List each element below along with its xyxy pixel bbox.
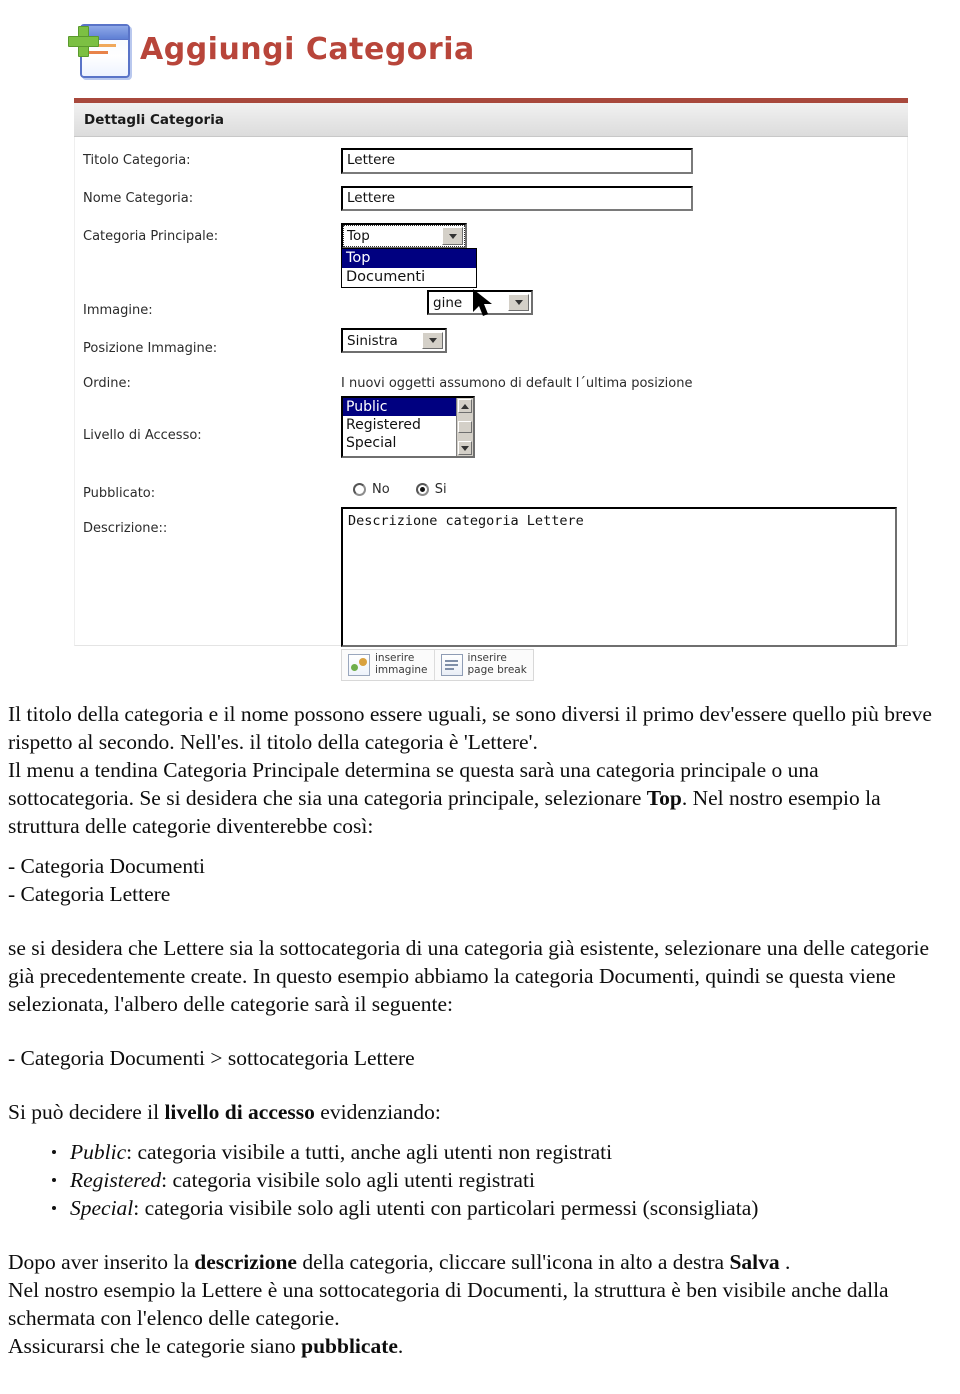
scroll-down-icon[interactable] bbox=[458, 441, 472, 455]
editor-toolbar: inserire immagine inserire page break bbox=[341, 649, 534, 681]
paragraph-salva: Dopo aver inserito la descrizione della … bbox=[0, 1248, 960, 1276]
listbox-scrollbar[interactable] bbox=[456, 398, 473, 456]
category-details-panel: Dettagli Categoria Titolo Categoria: Let… bbox=[74, 98, 908, 681]
titolo-categoria-input[interactable]: Lettere bbox=[341, 148, 693, 174]
pubblicato-radio-group[interactable]: No Si bbox=[353, 482, 447, 497]
label-titolo-categoria: Titolo Categoria: bbox=[83, 153, 191, 168]
paragraph-pubblicate: Assicurarsi che le categorie siano pubbl… bbox=[0, 1332, 960, 1360]
paragraph-text: evidenziando: bbox=[314, 1100, 441, 1124]
paragraph-text: Si può decidere il bbox=[8, 1100, 165, 1124]
emphasis-livello-di-accesso: livello di accesso bbox=[164, 1100, 315, 1124]
label-livello-accesso: Livello di Accesso: bbox=[83, 428, 202, 443]
scrollbar-thumb[interactable] bbox=[458, 421, 472, 433]
radio-si-label: Si bbox=[434, 482, 447, 497]
paragraph-text: Il titolo della categoria e il nome poss… bbox=[8, 702, 932, 754]
list-item-text: : categoria visibile solo agli utenti co… bbox=[133, 1196, 759, 1220]
dropdown-option-top[interactable]: Top bbox=[342, 249, 476, 268]
list-item: Special: categoria visibile solo agli ut… bbox=[52, 1194, 942, 1222]
panel-header: Dettagli Categoria bbox=[74, 103, 908, 137]
list-item: Registered: categoria visibile solo agli… bbox=[52, 1166, 942, 1194]
tree-item-documenti-lettere: - Categoria Documenti > sottocategoria L… bbox=[8, 1046, 415, 1070]
ordine-help-text: I nuovi oggetti assumono di default l´ul… bbox=[341, 376, 693, 391]
paragraph-struttura: Nel nostro esempio la Lettere è una sott… bbox=[8, 1278, 889, 1330]
dropdown-option-documenti[interactable]: Documenti bbox=[342, 268, 476, 287]
insert-image-button[interactable]: inserire immagine bbox=[342, 650, 435, 680]
insert-image-icon bbox=[348, 653, 370, 676]
emphasis-descrizione: descrizione bbox=[194, 1250, 297, 1274]
list-item-term: Public bbox=[70, 1140, 127, 1164]
paragraph-text: . bbox=[397, 1334, 404, 1358]
label-nome-categoria: Nome Categoria: bbox=[83, 191, 194, 206]
label-posizione-immagine: Posizione Immagine: bbox=[83, 341, 218, 356]
scroll-up-icon[interactable] bbox=[458, 399, 472, 413]
paragraph-text: . bbox=[779, 1250, 791, 1274]
livello-accesso-options: Public Registered Special bbox=[343, 398, 456, 456]
label-descrizione: Descrizione:: bbox=[83, 521, 168, 536]
list-item-term: Special bbox=[70, 1196, 134, 1220]
paragraph-text: Dopo aver inserito la bbox=[8, 1250, 195, 1274]
livello-option-special[interactable]: Special bbox=[343, 434, 456, 452]
tree-item-lettere: - Categoria Lettere bbox=[8, 882, 171, 906]
insert-page-break-button[interactable]: inserire page break bbox=[435, 650, 533, 680]
radio-si[interactable] bbox=[415, 483, 429, 496]
livello-option-public[interactable]: Public bbox=[343, 398, 456, 416]
paragraph-text: della categoria, cliccare sull'icona in … bbox=[296, 1250, 730, 1274]
emphasis-salva: Salva bbox=[729, 1250, 780, 1274]
access-level-list: Public: categoria visibile a tutti, anch… bbox=[0, 1138, 960, 1222]
chevron-down-icon[interactable] bbox=[422, 332, 443, 349]
paragraph-categoria-principale: Il menu a tendina Categoria Principale d… bbox=[0, 756, 960, 840]
radio-no-label: No bbox=[372, 482, 390, 497]
screenshot-region: Aggiungi Categoria Dettagli Categoria Ti… bbox=[0, 0, 960, 681]
label-ordine: Ordine: bbox=[83, 376, 131, 391]
panel-body: Titolo Categoria: Lettere Nome Categoria… bbox=[74, 137, 908, 681]
chevron-down-icon[interactable] bbox=[442, 227, 463, 245]
page-title: Aggiungi Categoria bbox=[140, 31, 475, 67]
immagine-value: gine bbox=[433, 294, 463, 311]
emphasis-pubblicate: pubblicate bbox=[301, 1334, 398, 1358]
livello-option-registered[interactable]: Registered bbox=[343, 416, 456, 434]
descrizione-textarea[interactable]: Descrizione categoria Lettere bbox=[341, 507, 897, 647]
screenshot-header: Aggiungi Categoria bbox=[68, 10, 475, 88]
list-item-term: Registered bbox=[70, 1168, 162, 1192]
label-pubblicato: Pubblicato: bbox=[83, 486, 156, 501]
add-category-icon bbox=[68, 18, 130, 80]
paragraph-livello-accesso: Si può decidere il livello di accesso ev… bbox=[0, 1098, 960, 1126]
chevron-down-icon[interactable] bbox=[508, 294, 529, 311]
document-body: Il titolo della categoria e il nome poss… bbox=[0, 700, 960, 1360]
insert-image-label: inserire immagine bbox=[375, 652, 428, 676]
posizione-immagine-select[interactable]: Sinistra bbox=[341, 328, 447, 353]
livello-accesso-listbox[interactable]: Public Registered Special bbox=[341, 396, 475, 458]
categoria-principale-dropdown-list[interactable]: Top Documenti bbox=[341, 248, 477, 288]
paragraph-text: Assicurarsi che le categorie siano bbox=[8, 1334, 302, 1358]
panel-heading: Dettagli Categoria bbox=[84, 111, 224, 128]
emphasis-top: Top bbox=[646, 786, 682, 810]
paragraph-sottocategoria: se si desidera che Lettere sia la sottoc… bbox=[8, 936, 930, 1016]
radio-no[interactable] bbox=[353, 483, 366, 496]
nome-categoria-input[interactable]: Lettere bbox=[341, 186, 693, 211]
label-categoria-principale: Categoria Principale: bbox=[83, 229, 219, 244]
categoria-principale-select[interactable]: Top bbox=[341, 223, 467, 249]
list-item-text: : categoria visibile a tutti, anche agli… bbox=[126, 1140, 613, 1164]
paragraph-titolo-nome: Il titolo della categoria e il nome poss… bbox=[0, 700, 960, 756]
label-immagine: Immagine: bbox=[83, 303, 153, 318]
posizione-immagine-value: Sinistra bbox=[347, 332, 398, 349]
list-item: Public: categoria visibile a tutti, anch… bbox=[52, 1138, 942, 1166]
plus-icon bbox=[68, 26, 99, 57]
tree-item-documenti: - Categoria Documenti bbox=[8, 854, 206, 878]
list-item-text: : categoria visibile solo agli utenti re… bbox=[161, 1168, 535, 1192]
categoria-principale-value: Top bbox=[347, 228, 370, 244]
insert-page-break-icon bbox=[440, 653, 463, 676]
insert-page-break-label: inserire page break bbox=[467, 652, 527, 676]
